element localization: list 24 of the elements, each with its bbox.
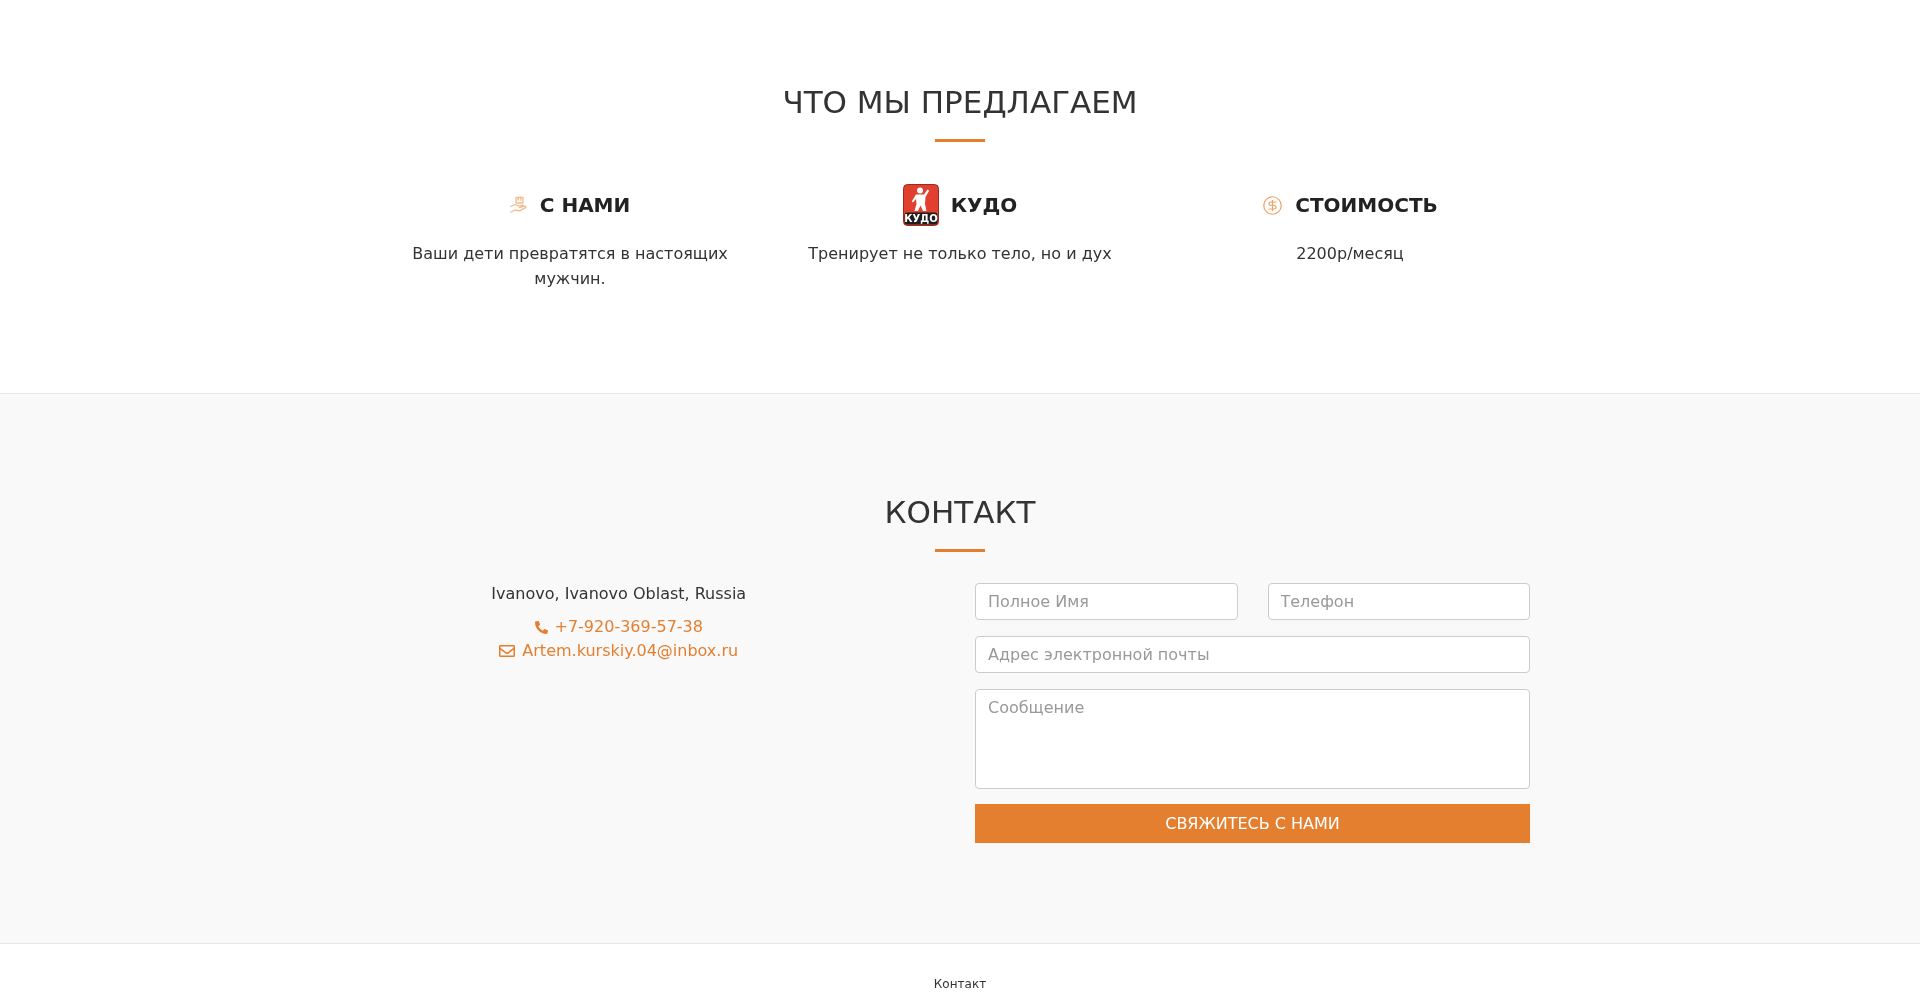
footer-link[interactable]: Контакт	[933, 975, 987, 995]
phone-icon	[534, 620, 548, 634]
email-field[interactable]: Адрес электронной почты	[975, 636, 1530, 673]
dollar-icon	[1262, 194, 1284, 216]
envelope-icon	[499, 643, 516, 659]
title-underline	[935, 549, 985, 552]
message-field[interactable]: Сообщение	[975, 689, 1530, 789]
feature-text: Ваши дети превратятся в настоящих мужчин.	[411, 243, 729, 290]
feature-text: 2200р/месяц	[1296, 243, 1404, 265]
name-field[interactable]: Полное Имя	[975, 583, 1238, 620]
feature-title: КУДО	[950, 192, 1018, 219]
title-underline	[935, 139, 985, 142]
phone-field[interactable]: Телефон	[1267, 583, 1530, 620]
email-link[interactable]: Artem.kurskiy.04@inbox.ru	[499, 639, 739, 663]
logo-text: КУДО	[904, 213, 938, 225]
submit-button[interactable]: СВЯЖИТЕСЬ С НАМИ	[975, 804, 1530, 843]
phone-link[interactable]: +7-920-369-57-38	[534, 615, 703, 639]
feature-text: Тренирует не только тело, но и дух	[808, 243, 1112, 265]
section-title: КОНТАКТ	[883, 493, 1037, 532]
hand-icon	[509, 196, 528, 214]
feature-title: С НАМИ	[539, 192, 631, 219]
feature-title: СТОИМОСТЬ	[1295, 192, 1438, 219]
section-title: ЧТО МЫ ПРЕДЛАГАЕМ	[781, 83, 1139, 122]
address-text: Ivanovo, Ivanovo Oblast, Russia	[491, 583, 747, 605]
